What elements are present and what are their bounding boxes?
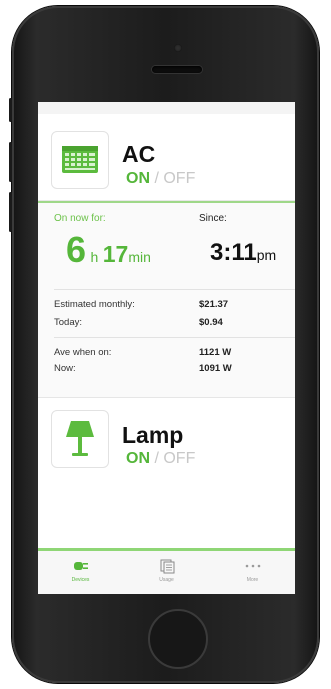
- power-toggle[interactable]: ON / OFF: [126, 170, 195, 188]
- since-time-value: 3:11: [210, 239, 257, 266]
- now-label: Now:: [54, 363, 76, 374]
- since-time-ampm: pm: [256, 247, 277, 263]
- mute-switch: [9, 98, 12, 122]
- calendar-icon: [160, 559, 174, 574]
- lamp-icon: [66, 421, 94, 456]
- state-off-label[interactable]: OFF: [163, 170, 195, 187]
- front-camera: [174, 44, 182, 52]
- home-button[interactable]: [148, 609, 208, 669]
- device-icon-tile: [51, 131, 109, 189]
- estimated-monthly-label: Estimated monthly:: [54, 299, 135, 310]
- volume-up-button: [9, 142, 12, 182]
- estimated-monthly-value: $21.37: [199, 299, 229, 310]
- tab-more[interactable]: More: [210, 557, 295, 583]
- duration-hours-unit: h: [90, 249, 99, 265]
- status-bar: [38, 102, 295, 114]
- device-icon-tile: [51, 410, 109, 468]
- tab-bar: Devices Usage More: [38, 548, 295, 594]
- since-time: 3:11pm: [210, 239, 276, 267]
- duration-minutes: 17: [102, 241, 129, 267]
- plug-icon: [73, 562, 88, 570]
- app-screen: AC ON / OFF On now for: Since: 6 h 17min…: [38, 102, 295, 594]
- state-separator: /: [154, 170, 159, 187]
- divider: [54, 289, 295, 290]
- state-separator: /: [154, 450, 159, 467]
- device-name: Lamp: [122, 422, 184, 448]
- volume-down-button: [9, 192, 12, 232]
- on-duration: 6 h 17min: [66, 229, 151, 271]
- tab-label: Usage: [159, 577, 174, 583]
- device-detail-panel: On now for: Since: 6 h 17min 3:11pm Esti…: [38, 201, 295, 398]
- today-value: $0.94: [199, 317, 223, 328]
- state-on-label[interactable]: ON: [126, 450, 150, 467]
- more-dots-icon: [245, 564, 260, 568]
- duration-hours: 6: [66, 229, 87, 270]
- state-off-label[interactable]: OFF: [163, 450, 195, 467]
- device-row-lamp[interactable]: Lamp ON / OFF: [38, 398, 295, 484]
- ave-when-on-label: Ave when on:: [54, 347, 112, 358]
- tab-devices[interactable]: Devices: [38, 557, 123, 583]
- divider: [54, 337, 295, 338]
- state-on-label[interactable]: ON: [126, 170, 150, 187]
- air-conditioner-icon: [62, 146, 98, 173]
- tab-label: More: [246, 577, 259, 583]
- tab-usage[interactable]: Usage: [124, 557, 209, 583]
- tab-label: Devices: [71, 577, 90, 583]
- today-label: Today:: [54, 317, 82, 328]
- now-value: 1091 W: [199, 363, 232, 374]
- on-now-for-label: On now for:: [54, 213, 106, 224]
- device-name: AC: [122, 141, 156, 167]
- device-row-ac[interactable]: AC ON / OFF: [38, 114, 295, 201]
- ave-when-on-value: 1121 W: [199, 347, 232, 358]
- since-label: Since:: [199, 213, 227, 224]
- duration-minutes-unit: min: [128, 249, 151, 265]
- power-toggle[interactable]: ON / OFF: [126, 450, 195, 468]
- earpiece-speaker: [152, 66, 202, 73]
